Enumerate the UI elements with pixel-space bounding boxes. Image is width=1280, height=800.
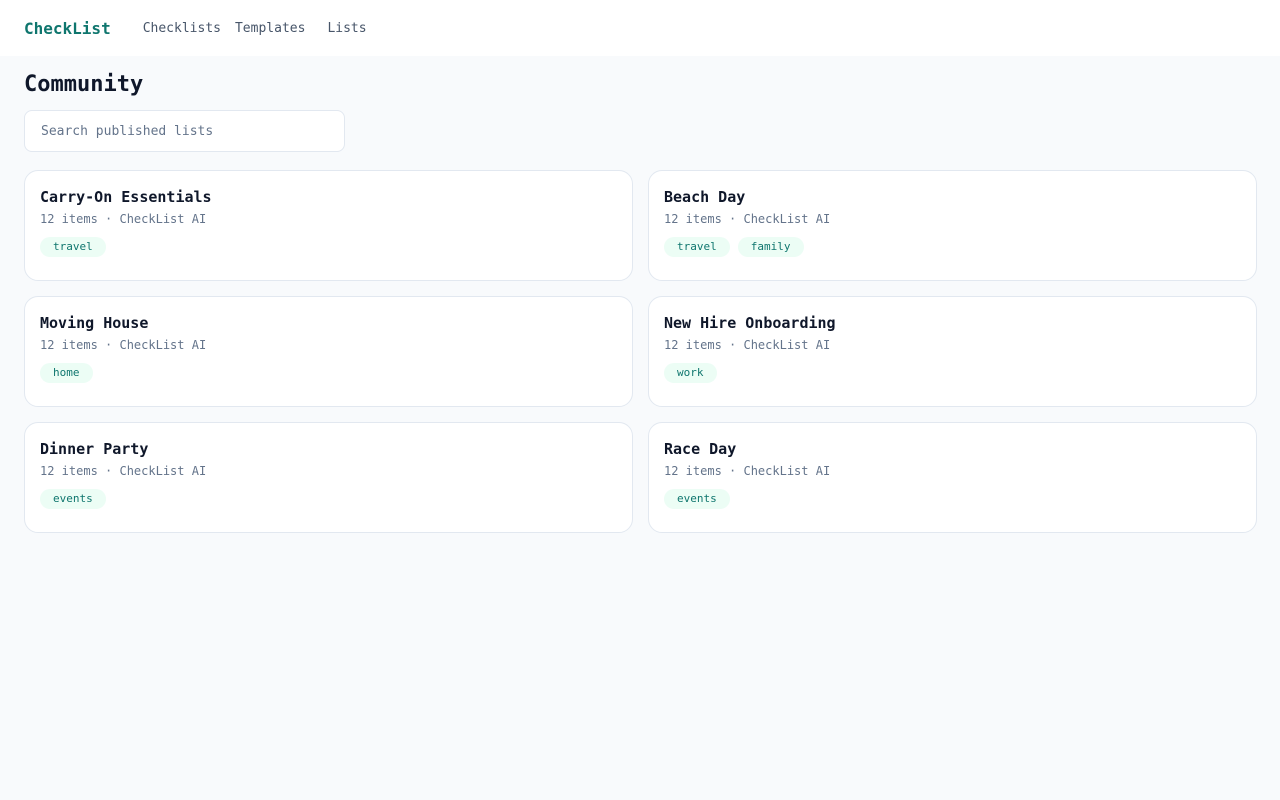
card-tags: work xyxy=(664,363,1241,383)
nav-link-lists[interactable]: Lists xyxy=(327,21,366,36)
nav-link-templates[interactable]: Templates xyxy=(235,21,305,36)
list-card-dinner-party[interactable]: Dinner Party 12 items · CheckList AI eve… xyxy=(24,422,633,533)
card-meta: 12 items · CheckList AI xyxy=(664,212,831,226)
list-card-moving-house[interactable]: Moving House 12 items · CheckList AI hom… xyxy=(24,296,633,407)
card-tags: home xyxy=(40,363,617,383)
card-title: New Hire Onboarding xyxy=(664,314,836,332)
top-bar: CheckList Checklists Templates Lists xyxy=(0,0,1280,56)
tag-badge[interactable]: events xyxy=(664,489,730,509)
main-content: Community Carry-On Essentials 12 items ·… xyxy=(0,56,1280,533)
card-title: Dinner Party xyxy=(40,440,149,458)
card-meta: 12 items · CheckList AI xyxy=(664,338,831,352)
card-meta: 12 items · CheckList AI xyxy=(40,464,207,478)
tag-badge[interactable]: travel xyxy=(664,237,730,257)
list-card-beach-day[interactable]: Beach Day 12 items · CheckList AI travel… xyxy=(648,170,1257,281)
card-meta: 12 items · CheckList AI xyxy=(664,464,831,478)
card-grid: Carry-On Essentials 12 items · CheckList… xyxy=(24,170,1257,533)
list-card-race-day[interactable]: Race Day 12 items · CheckList AI events xyxy=(648,422,1257,533)
brand-logo[interactable]: CheckList xyxy=(24,19,111,38)
page-title: Community xyxy=(24,72,144,97)
tag-badge[interactable]: home xyxy=(40,363,93,383)
list-card-new-hire-onboarding[interactable]: New Hire Onboarding 12 items · CheckList… xyxy=(648,296,1257,407)
card-title: Carry-On Essentials xyxy=(40,188,212,206)
card-tags: travel xyxy=(40,237,617,257)
tag-badge[interactable]: family xyxy=(737,237,804,257)
card-title: Moving House xyxy=(40,314,149,332)
card-tags: travel family xyxy=(664,237,1241,257)
tag-badge[interactable]: travel xyxy=(40,237,106,257)
card-title: Race Day xyxy=(664,440,737,458)
main-nav: Checklists Templates Lists xyxy=(143,21,367,36)
search-input[interactable] xyxy=(24,110,345,152)
card-title: Beach Day xyxy=(664,188,746,206)
card-meta: 12 items · CheckList AI xyxy=(40,338,207,352)
card-meta: 12 items · CheckList AI xyxy=(40,212,207,226)
tag-badge[interactable]: events xyxy=(40,489,106,509)
tag-badge[interactable]: work xyxy=(664,363,717,383)
list-card-carry-on-essentials[interactable]: Carry-On Essentials 12 items · CheckList… xyxy=(24,170,633,281)
card-tags: events xyxy=(40,489,617,509)
card-tags: events xyxy=(664,489,1241,509)
nav-link-checklists[interactable]: Checklists xyxy=(143,21,221,36)
